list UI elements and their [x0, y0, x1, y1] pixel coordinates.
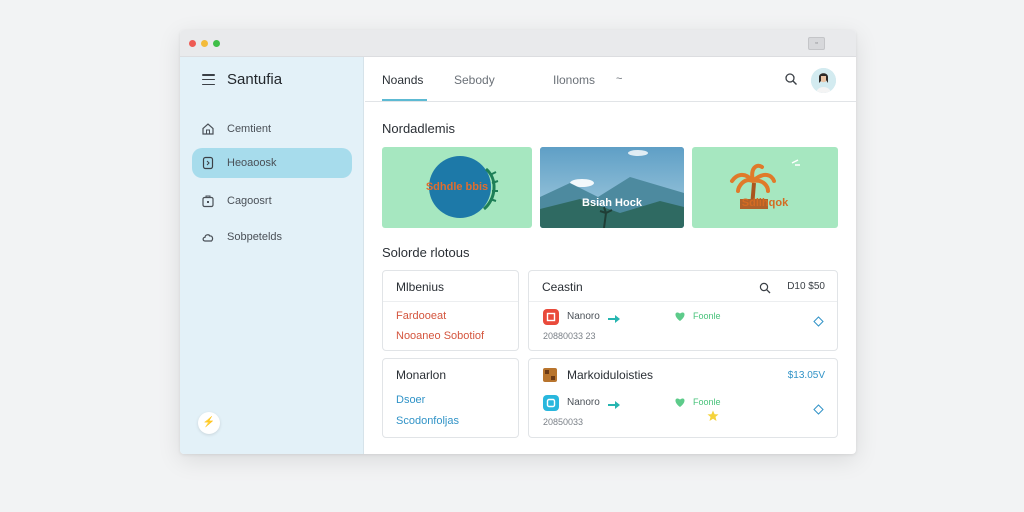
divider — [383, 301, 518, 302]
briefcase-icon — [201, 194, 215, 208]
search-icon[interactable] — [784, 72, 798, 86]
list-panel-2: Monarlon Dsoer Scodonfoljas — [382, 358, 519, 438]
section-title-selected: Solorde rlotous — [382, 245, 470, 260]
sidebar-item-label: Sobpetelds — [227, 231, 283, 243]
featured-card-1[interactable]: Sdhdle bbis — [382, 147, 532, 228]
panel-link[interactable]: Fardooeat — [396, 310, 446, 322]
arrow-right-icon — [607, 311, 621, 323]
tab-sebody[interactable]: Sebody — [454, 73, 495, 87]
panel-link[interactable]: Dsoer — [396, 394, 425, 406]
phone-icon — [201, 156, 215, 170]
tab-bar: Noands Sebody Ilonoms ~ — [365, 57, 856, 102]
info-icon[interactable] — [813, 314, 824, 327]
transaction-panel-2: Markoiduloisties $13.05V Nanoro Foonle 2… — [528, 358, 838, 438]
star-icon — [707, 409, 719, 421]
row-name: Nanoro — [567, 397, 600, 408]
sidebar: Santufia Cemtient Heoaoosk Cagoosrt Sobp… — [180, 57, 364, 454]
palm-tree-illustration — [730, 159, 800, 209]
sidebar-item-heoaoosk[interactable]: Heoaoosk — [192, 148, 352, 178]
home-icon — [201, 122, 215, 136]
arrow-right-icon — [607, 397, 621, 409]
row-name: Nanoro — [567, 311, 600, 322]
minimize-window-button[interactable] — [201, 40, 208, 47]
panel-title: Ceastin — [542, 280, 583, 294]
status-label: Foonle — [693, 311, 721, 321]
cloud-icon — [201, 230, 215, 244]
maximize-window-button[interactable] — [213, 40, 220, 47]
featured-card-2[interactable]: Bsiah Hock — [540, 147, 684, 228]
window-control-button[interactable]: ▫ — [808, 37, 825, 50]
chevron-icon[interactable]: ~ — [616, 73, 622, 85]
info-icon[interactable] — [813, 402, 824, 415]
row-number: 20850033 — [543, 417, 584, 427]
list-panel-1: Mlbenius Fardooeat Nooaneo Sobotiof — [382, 270, 519, 351]
divider — [529, 301, 837, 302]
row-number: 20880033 23 — [543, 331, 596, 341]
panel-link[interactable]: Scodonfoljas — [396, 415, 459, 427]
panel-title: Markoiduloisties — [567, 368, 654, 382]
mountain-illustration — [540, 147, 684, 228]
amount-label: D10 $50 — [787, 281, 825, 292]
sidebar-item-sobpetelds[interactable]: Sobpetelds — [192, 222, 352, 252]
sidebar-item-cemtient[interactable]: Cemtient — [192, 114, 352, 144]
thumbnail-icon — [543, 368, 557, 382]
sidebar-item-cagoosrt[interactable]: Cagoosrt — [192, 186, 352, 216]
heart-icon — [673, 309, 687, 323]
status-label: Foonle — [693, 397, 721, 407]
app-title: Santufia — [227, 71, 283, 88]
sidebar-item-label: Heoaoosk — [227, 157, 277, 169]
featured-card-caption: Sdhdle bbis — [425, 181, 489, 193]
featured-card-caption: Bsiah Hock — [582, 197, 642, 209]
title-bar: ▫ — [180, 30, 856, 57]
category-icon — [543, 395, 559, 411]
heart-icon — [673, 395, 687, 409]
transaction-panel-1: Ceastin D10 $50 Nanoro Foonle 20880033 2… — [528, 270, 838, 351]
sidebar-item-label: Cemtient — [227, 123, 272, 135]
quick-action-button[interactable]: ⚡ — [198, 412, 220, 434]
featured-card-caption: Sdlihqok — [741, 197, 789, 209]
category-icon — [543, 309, 559, 325]
tab-ilonoms[interactable]: Ilonoms — [553, 73, 595, 87]
featured-card-3[interactable]: Sdlihqok — [692, 147, 838, 228]
tab-noands[interactable]: Noands — [382, 73, 423, 87]
avatar[interactable] — [811, 68, 836, 93]
panel-title: Monarlon — [396, 368, 447, 382]
app-window: ▫ Santufia Cemtient Heoaoosk Cagoosrt So… — [180, 30, 856, 454]
search-icon[interactable] — [759, 281, 771, 294]
sidebar-item-label: Cagoosrt — [227, 195, 272, 207]
menu-icon[interactable] — [202, 74, 215, 86]
panel-link[interactable]: Nooaneo Sobotiof — [396, 330, 484, 342]
active-tab-indicator — [382, 99, 427, 101]
amount-label: $13.05V — [787, 370, 825, 381]
panel-title: Mlbenius — [396, 280, 445, 294]
close-window-button[interactable] — [189, 40, 196, 47]
section-title-featured: Nordadlemis — [382, 121, 455, 136]
